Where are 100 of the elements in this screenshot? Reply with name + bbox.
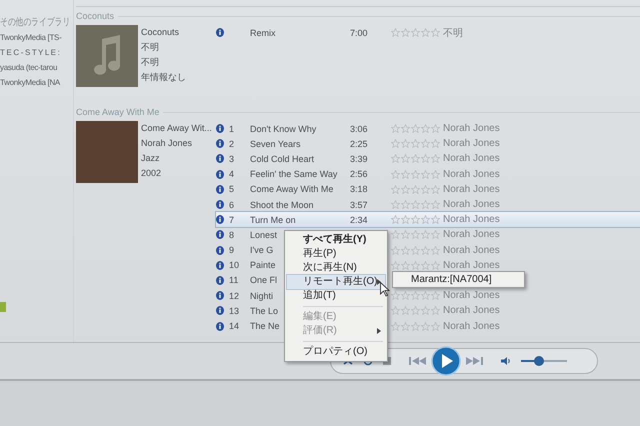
star-rating[interactable] bbox=[391, 154, 440, 164]
track-artist: Norah Jones bbox=[442, 290, 500, 302]
info-icon[interactable] bbox=[216, 139, 224, 148]
sidebar-heading: その他のライブラリ bbox=[0, 16, 70, 30]
info-icon[interactable] bbox=[216, 154, 224, 164]
track-number: 3 bbox=[228, 154, 234, 164]
track-title: Lonest bbox=[250, 230, 278, 240]
track-number: 5 bbox=[228, 184, 234, 194]
album-info-text: 不明 bbox=[141, 56, 159, 69]
track-title: Seven Years bbox=[250, 138, 301, 149]
track-title: The Ne bbox=[250, 321, 280, 332]
album-info-text: 2002 bbox=[141, 167, 162, 180]
track-title: Cold Cold Heart bbox=[250, 154, 314, 164]
info-icon[interactable] bbox=[216, 260, 224, 270]
track-artist: Norah Jones bbox=[442, 138, 500, 150]
album-info-text: Norah Jones bbox=[141, 137, 192, 150]
album-info-text: Come Away Wit... bbox=[141, 122, 212, 135]
track-number: 7 bbox=[228, 214, 234, 225]
menu-item[interactable]: 再生(P) bbox=[287, 247, 385, 261]
sidebar-item[interactable]: TwonkyMedia [NA bbox=[0, 75, 60, 90]
menu-item[interactable]: リモート再生(O) bbox=[287, 275, 385, 289]
track-number: 12 bbox=[228, 290, 240, 301]
track-number: 13 bbox=[228, 306, 240, 316]
album-info-text: 不明 bbox=[141, 41, 159, 54]
album-group-title: Coconuts bbox=[76, 11, 114, 21]
info-icon[interactable] bbox=[216, 306, 224, 316]
star-rating[interactable] bbox=[391, 215, 440, 224]
track-title: Don't Know Why bbox=[250, 124, 316, 134]
star-rating[interactable] bbox=[391, 28, 440, 38]
track-number: 8 bbox=[228, 230, 234, 240]
star-rating[interactable] bbox=[391, 200, 440, 210]
track-length: 3:18 bbox=[350, 184, 368, 194]
info-icon[interactable] bbox=[216, 170, 224, 179]
track-artist: Norah Jones bbox=[442, 214, 500, 226]
star-rating[interactable] bbox=[391, 139, 440, 148]
track-artist: Norah Jones bbox=[442, 123, 500, 134]
star-rating[interactable] bbox=[391, 246, 440, 255]
track-number: 1 bbox=[228, 124, 234, 134]
track-artist: Norah Jones bbox=[442, 244, 500, 256]
star-rating[interactable] bbox=[391, 291, 440, 300]
sidebar-item[interactable]: TwonkyMedia [TS- bbox=[0, 30, 62, 45]
album-group-title: Come Away With Me bbox=[76, 107, 160, 117]
menu-item[interactable]: 次に再生(N) bbox=[287, 261, 385, 275]
track-number: 4 bbox=[228, 169, 234, 180]
track-artist: Norah Jones bbox=[442, 229, 500, 240]
star-rating[interactable] bbox=[391, 260, 440, 270]
track-title: One Fl bbox=[250, 275, 278, 286]
track-number: 9 bbox=[228, 245, 234, 256]
track-number: 14 bbox=[228, 321, 240, 332]
track-length: 3:39 bbox=[350, 154, 368, 164]
star-rating[interactable] bbox=[391, 306, 440, 316]
info-icon[interactable] bbox=[216, 28, 224, 38]
track-artist: Norah Jones bbox=[442, 320, 500, 332]
sidebar-item[interactable]: yasuda (tec-tarou bbox=[0, 60, 58, 75]
track-number: 11 bbox=[228, 275, 238, 286]
track-length: 3:57 bbox=[350, 200, 368, 210]
track-number: 10 bbox=[228, 260, 240, 270]
info-icon[interactable] bbox=[216, 215, 224, 224]
album-info-text: Jazz bbox=[141, 152, 160, 165]
track-length: 2:25 bbox=[350, 138, 368, 149]
info-icon[interactable] bbox=[216, 200, 224, 210]
info-icon[interactable] bbox=[216, 276, 224, 285]
track-title: I've G bbox=[250, 245, 274, 256]
info-icon[interactable] bbox=[216, 184, 224, 194]
track-artist: Norah Jones bbox=[442, 184, 500, 195]
info-icon[interactable] bbox=[216, 291, 224, 300]
sidebar-item[interactable]: T E C - S T Y L E : bbox=[0, 45, 60, 60]
track-title: Shoot the Moon bbox=[250, 200, 314, 210]
star-rating[interactable] bbox=[391, 230, 440, 240]
info-icon[interactable] bbox=[216, 230, 224, 240]
menu-item[interactable]: すべて再生(Y) bbox=[287, 233, 385, 247]
track-title: Nighti bbox=[250, 290, 274, 301]
track-length: 2:56 bbox=[350, 169, 368, 180]
track-number: 6 bbox=[228, 200, 234, 210]
music-note-artwork bbox=[76, 25, 138, 87]
star-rating[interactable] bbox=[391, 184, 440, 194]
track-artist: Norah Jones bbox=[442, 260, 500, 271]
speaker-icon[interactable] bbox=[501, 356, 511, 366]
track-title: Remix bbox=[250, 28, 276, 38]
star-rating[interactable] bbox=[391, 170, 440, 179]
track-number: 2 bbox=[228, 138, 234, 149]
info-icon[interactable] bbox=[216, 246, 224, 255]
mouse-cursor-icon bbox=[380, 282, 390, 297]
info-icon[interactable] bbox=[216, 322, 224, 331]
photo-placeholder bbox=[76, 121, 138, 183]
track-length: 7:00 bbox=[350, 28, 368, 38]
track-title: Feelin' the Same Way bbox=[250, 169, 338, 180]
track-title: The Lo bbox=[250, 306, 278, 316]
star-rating[interactable] bbox=[391, 124, 440, 134]
track-artist: Norah Jones bbox=[442, 305, 500, 316]
track-artist: Norah Jones bbox=[442, 168, 500, 180]
menu-item[interactable]: プロパティ(O) bbox=[287, 345, 385, 359]
menu-item[interactable]: Marantz:[NA7004] bbox=[393, 272, 524, 287]
album-info-text: Coconuts bbox=[141, 26, 180, 39]
star-rating[interactable] bbox=[391, 322, 440, 331]
track-title: Painte bbox=[250, 260, 276, 270]
track-title: Turn Me on bbox=[250, 214, 296, 225]
play-button[interactable] bbox=[431, 346, 461, 376]
info-icon[interactable] bbox=[216, 124, 224, 134]
track-artist: Norah Jones bbox=[442, 153, 500, 164]
